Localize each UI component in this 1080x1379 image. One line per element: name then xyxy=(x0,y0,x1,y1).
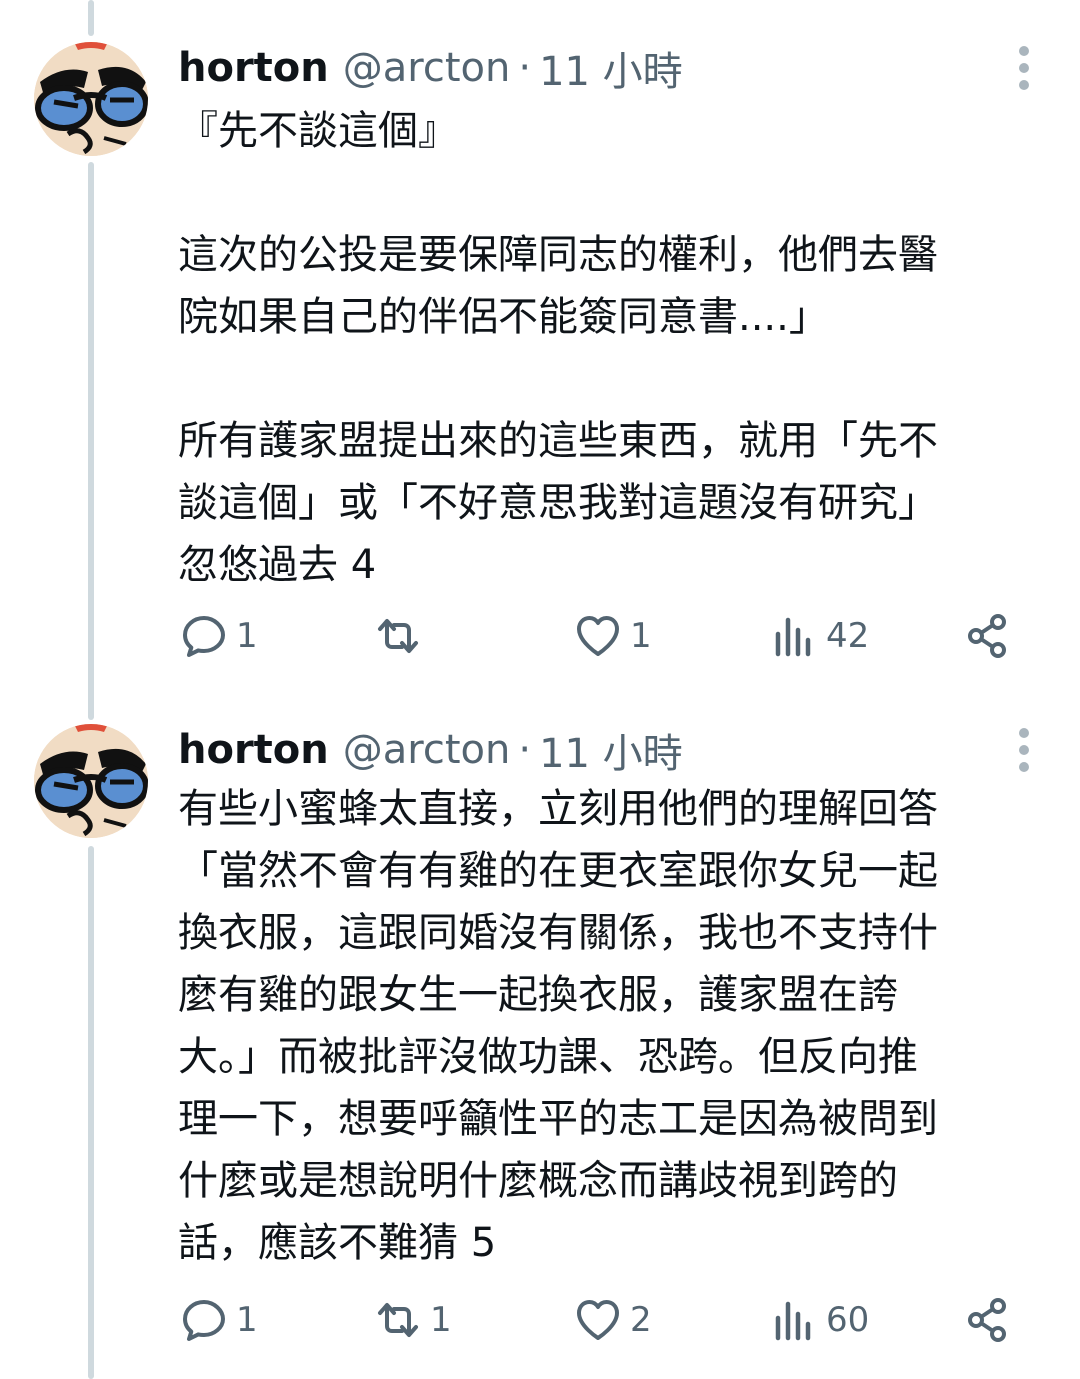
repost-count: 1 xyxy=(430,1300,452,1340)
tweet-text-line: 院如果自己的伴侶不能簽同意書....」 xyxy=(178,294,829,340)
reply-count: 1 xyxy=(236,616,258,656)
tweet[interactable]: horton @arcton · 11 小時 有些小蜜蜂太直接，立刻用他們的理解… xyxy=(0,720,1080,1370)
avatar[interactable] xyxy=(34,42,148,156)
avatar[interactable] xyxy=(34,724,148,838)
repost-icon xyxy=(378,619,418,653)
view-count: 60 xyxy=(826,1300,870,1340)
tweet-text-line: 『先不談這個』 xyxy=(178,108,458,154)
tweet-text-line: 這次的公投是要保障同志的權利，他們去醫 xyxy=(178,232,938,278)
thread-line-top xyxy=(88,0,94,36)
separator-dot: · xyxy=(518,45,532,91)
like-button[interactable]: 2 xyxy=(574,1290,652,1350)
reply-count: 1 xyxy=(236,1300,258,1340)
views-icon xyxy=(775,1301,811,1341)
author-name[interactable]: horton xyxy=(178,727,329,773)
heart-icon xyxy=(577,616,619,656)
action-bar: 1 1 42 xyxy=(0,606,1080,666)
tweet-text-line: 話，應該不難猜 5 xyxy=(178,1220,497,1266)
repost-button[interactable] xyxy=(374,606,430,666)
timestamp[interactable]: 11 小時 xyxy=(539,39,683,97)
action-bar: 1 1 2 60 xyxy=(0,1290,1080,1350)
share-icon xyxy=(968,614,1006,658)
views-button[interactable]: 60 xyxy=(770,1290,869,1350)
more-vertical-icon[interactable] xyxy=(1010,722,1038,778)
reply-button[interactable]: 1 xyxy=(180,606,258,666)
more-vertical-icon[interactable] xyxy=(1010,40,1038,96)
tweet-text-line: 「當然不會有有雞的在更衣室跟你女兒一起 xyxy=(178,848,938,894)
share-button[interactable] xyxy=(964,1290,1012,1350)
reply-button[interactable]: 1 xyxy=(180,1290,258,1350)
share-icon xyxy=(968,1298,1006,1342)
cartoon-scientist-avatar-icon xyxy=(34,724,148,838)
like-button[interactable]: 1 xyxy=(574,606,652,666)
tweet-text-line: 什麼或是想說明什麼概念而講歧視到跨的 xyxy=(178,1158,898,1204)
tweet[interactable]: horton @arcton · 11 小時 『先不談這個』 這次的公投是要保障… xyxy=(0,38,1080,678)
like-count: 1 xyxy=(630,616,652,656)
tweet-text-line: 所有護家盟提出來的這些東西，就用「先不 xyxy=(178,418,938,464)
author-handle[interactable]: @arcton xyxy=(343,727,511,773)
tweet-header: horton @arcton · 11 小時 xyxy=(178,720,683,780)
repost-icon xyxy=(378,1303,418,1337)
author-handle[interactable]: @arcton xyxy=(343,45,511,91)
repost-button[interactable]: 1 xyxy=(374,1290,452,1350)
author-name[interactable]: horton xyxy=(178,45,329,91)
tweet-text-blank-line xyxy=(178,162,1028,224)
views-button[interactable]: 42 xyxy=(770,606,869,666)
tweet-text-line: 談這個」或「不好意思我對這題沒有研究」 xyxy=(178,480,938,526)
tweet-text-line: 大。」而被批評沒做功課、恐跨。但反向推 xyxy=(178,1034,918,1080)
like-count: 2 xyxy=(630,1300,652,1340)
tweet-header: horton @arcton · 11 小時 xyxy=(178,38,683,98)
view-count: 42 xyxy=(826,616,870,656)
share-button[interactable] xyxy=(964,606,1012,666)
separator-dot: · xyxy=(518,727,532,773)
tweet-text-line: 忽悠過去 4 xyxy=(178,542,377,588)
cartoon-scientist-avatar-icon xyxy=(34,42,148,156)
tweet-text: 有些小蜜蜂太直接，立刻用他們的理解回答 「當然不會有有雞的在更衣室跟你女兒一起 … xyxy=(178,778,1028,1274)
reply-icon xyxy=(183,616,225,657)
tweet-text-line: 麼有雞的跟女生一起換衣服，護家盟在誇 xyxy=(178,972,898,1018)
tweet-text-line: 理一下，想要呼籲性平的志工是因為被問到 xyxy=(178,1096,938,1142)
tweet-text-blank-line xyxy=(178,348,1028,410)
tweet-text-line: 換衣服，這跟同婚沒有關係，我也不支持什 xyxy=(178,910,938,956)
timestamp[interactable]: 11 小時 xyxy=(539,721,683,779)
heart-icon xyxy=(577,1300,619,1340)
tweet-text-line: 有些小蜜蜂太直接，立刻用他們的理解回答 xyxy=(178,786,938,832)
reply-icon xyxy=(183,1300,225,1341)
tweet-text: 『先不談這個』 這次的公投是要保障同志的權利，他們去醫 院如果自己的伴侶不能簽同… xyxy=(178,100,1028,596)
views-icon xyxy=(775,617,811,657)
